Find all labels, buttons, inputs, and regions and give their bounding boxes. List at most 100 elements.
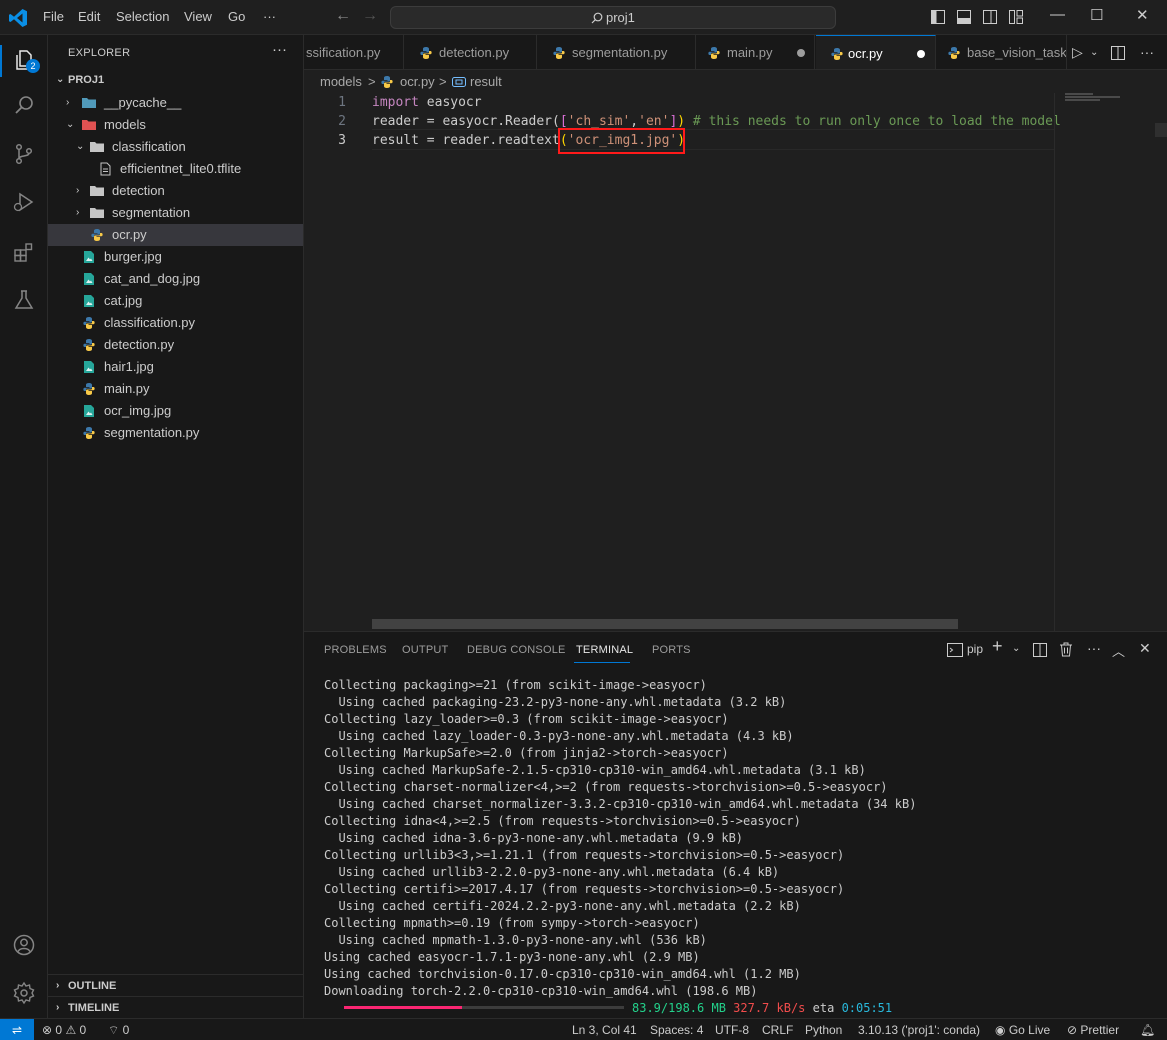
editor-more-actions-icon[interactable]: ··· (1140, 35, 1154, 69)
source-control-icon[interactable] (12, 142, 36, 166)
outline-section[interactable]: › OUTLINE (48, 974, 303, 996)
back-arrow-icon[interactable]: ← (335, 7, 351, 25)
tree-item-label: burger.jpg (104, 249, 162, 264)
tab-detection[interactable]: detection.py (405, 35, 537, 69)
remote-indicator-icon[interactable]: ⇌ (0, 1019, 34, 1040)
kill-terminal-trash-icon[interactable] (1059, 642, 1073, 657)
split-terminal-icon[interactable] (1033, 643, 1047, 657)
tree-item-classification-py[interactable]: classification.py (48, 312, 303, 334)
tree-item-main-py[interactable]: main.py (48, 378, 303, 400)
tree-item-ocr-py[interactable]: ocr.py (48, 224, 303, 246)
go-live-status[interactable]: ◉ Go Live (995, 1019, 1050, 1040)
download-progress-text: 83.9/198.6 MB 327.7 kB/s eta 0:05:51 (632, 1000, 892, 1017)
breadcrumb-folder[interactable]: models (320, 71, 362, 93)
close-panel-icon[interactable]: ✕ (1139, 640, 1151, 657)
horizontal-scrollbar[interactable] (372, 619, 958, 629)
toggle-primary-sidebar-icon[interactable] (931, 10, 945, 24)
toggle-secondary-sidebar-icon[interactable] (983, 10, 997, 24)
tree-item-burger[interactable]: burger.jpg (48, 246, 303, 268)
code-editor[interactable]: 1 2 3 import easyocr reader = easyocr.Re… (304, 93, 1167, 631)
line-ending[interactable]: CRLF (762, 1019, 793, 1040)
breadcrumb-file[interactable]: ocr.py (400, 71, 435, 93)
tree-item-segmentation-folder[interactable]: › segmentation (48, 202, 303, 224)
tree-item-models[interactable]: ⌄ models (48, 114, 303, 136)
timeline-section[interactable]: › TIMELINE (48, 996, 303, 1018)
tree-item-hair1[interactable]: hair1.jpg (48, 356, 303, 378)
tab-label: base_vision_task_ (967, 45, 1067, 60)
terminal-dropdown-chevron-icon[interactable]: ⌄ (1012, 643, 1020, 654)
tree-item-label: models (104, 117, 146, 132)
code-line-1: import easyocr (372, 93, 482, 112)
tree-item-segmentation-py[interactable]: segmentation.py (48, 422, 303, 444)
tree-item-detection-folder[interactable]: › detection (48, 180, 303, 202)
tab-main[interactable]: main.py (697, 35, 815, 69)
tree-item-classification[interactable]: ⌄ classification (48, 136, 303, 158)
panel-tab-ports[interactable]: PORTS (652, 644, 691, 656)
minimize-icon[interactable]: — (1050, 6, 1065, 23)
settings-gear-icon[interactable] (12, 981, 36, 1005)
panel-tab-terminal[interactable]: TERMINAL (576, 644, 633, 656)
maximize-panel-chevron-up-icon[interactable]: ︿ (1112, 641, 1125, 660)
python-interpreter[interactable]: 3.10.13 ('proj1': conda) (858, 1019, 980, 1040)
tab-base-vision-task[interactable]: base_vision_task_ (937, 35, 1067, 69)
prettier-status[interactable]: ⊘ Prettier (1067, 1019, 1119, 1040)
maximize-icon[interactable]: ☐ (1090, 6, 1103, 24)
menu-view[interactable]: View (184, 9, 212, 24)
command-center-search[interactable]: proj1 (390, 6, 836, 29)
tree-item-detection-py[interactable]: detection.py (48, 334, 303, 356)
notifications-bell-icon[interactable]: 🔔︎ (1140, 1019, 1155, 1040)
indentation[interactable]: Spaces: 4 (650, 1019, 703, 1040)
terminal-line: Collecting charset-normalizer<4,>=2 (fro… (324, 780, 888, 794)
tab-ocr[interactable]: ocr.py (816, 35, 936, 69)
unsaved-dot-icon[interactable] (797, 49, 805, 57)
tree-item-cat[interactable]: cat.jpg (48, 290, 303, 312)
extensions-icon[interactable] (12, 240, 36, 264)
menu-go[interactable]: Go (228, 9, 245, 24)
minimap[interactable] (1054, 93, 1167, 631)
menu-file[interactable]: File (43, 9, 64, 24)
run-file-icon[interactable]: ▷ (1072, 35, 1083, 69)
activity-bar: 2 (0, 35, 48, 1018)
panel-tab-problems[interactable]: PROBLEMS (324, 644, 387, 656)
language-mode[interactable]: Python (805, 1019, 842, 1040)
explorer-more-actions-icon[interactable]: ··· (272, 41, 287, 58)
tab-label: segmentation.py (572, 45, 668, 60)
ports-status[interactable]: ⌔ 0 (108, 1019, 129, 1040)
tree-item-cat-and-dog[interactable]: cat_and_dog.jpg (48, 268, 303, 290)
toggle-panel-icon[interactable] (957, 10, 971, 24)
menu-more[interactable]: ··· (263, 9, 276, 24)
testing-flask-icon[interactable] (12, 288, 36, 312)
breadcrumb-symbol[interactable]: result (470, 71, 502, 93)
red-annotation-box (558, 128, 685, 154)
terminal-line: Using cached charset_normalizer-3.3.2-cp… (324, 797, 917, 811)
terminal-shell-name[interactable]: pip (967, 642, 983, 656)
split-editor-icon[interactable] (1111, 46, 1125, 60)
panel-tab-output[interactable]: OUTPUT (402, 644, 448, 656)
tree-item-label: detection.py (104, 337, 175, 352)
run-debug-icon[interactable] (12, 190, 36, 214)
tree-item-ocr-img[interactable]: ocr_img.jpg (48, 400, 303, 422)
terminal-line: Using cached MarkupSafe-2.1.5-cp310-cp31… (324, 763, 866, 777)
panel-tab-debug-console[interactable]: DEBUG CONSOLE (467, 644, 566, 656)
problems-status[interactable]: ⊗ 0 ⚠ 0 (42, 1019, 86, 1040)
run-dropdown-chevron-icon[interactable]: ⌄ (1090, 35, 1098, 69)
menu-edit[interactable]: Edit (78, 9, 100, 24)
customize-layout-icon[interactable] (1009, 10, 1023, 24)
search-icon[interactable] (12, 93, 36, 117)
tree-item-efficientnet[interactable]: efficientnet_lite0.tflite (48, 158, 303, 180)
tree-item-pycache[interactable]: › __pycache__ (48, 92, 303, 114)
project-root[interactable]: ⌄ PROJ1 (48, 69, 303, 91)
unsaved-dot-icon[interactable] (917, 50, 925, 58)
forward-arrow-icon[interactable]: → (362, 7, 378, 25)
tab-segmentation[interactable]: segmentation.py (538, 35, 696, 69)
close-window-icon[interactable]: ✕ (1136, 6, 1149, 24)
cursor-position[interactable]: Ln 3, Col 41 (572, 1019, 637, 1040)
chevron-down-icon: ⌄ (76, 141, 85, 152)
panel-more-actions-icon[interactable]: ··· (1087, 640, 1101, 656)
tab-classification[interactable]: ssification.py (304, 35, 404, 69)
new-terminal-plus-icon[interactable]: + (992, 636, 1003, 657)
account-icon[interactable] (12, 933, 36, 957)
menu-selection[interactable]: Selection (116, 9, 169, 24)
encoding[interactable]: UTF-8 (715, 1019, 749, 1040)
line-number: 1 (338, 95, 346, 110)
